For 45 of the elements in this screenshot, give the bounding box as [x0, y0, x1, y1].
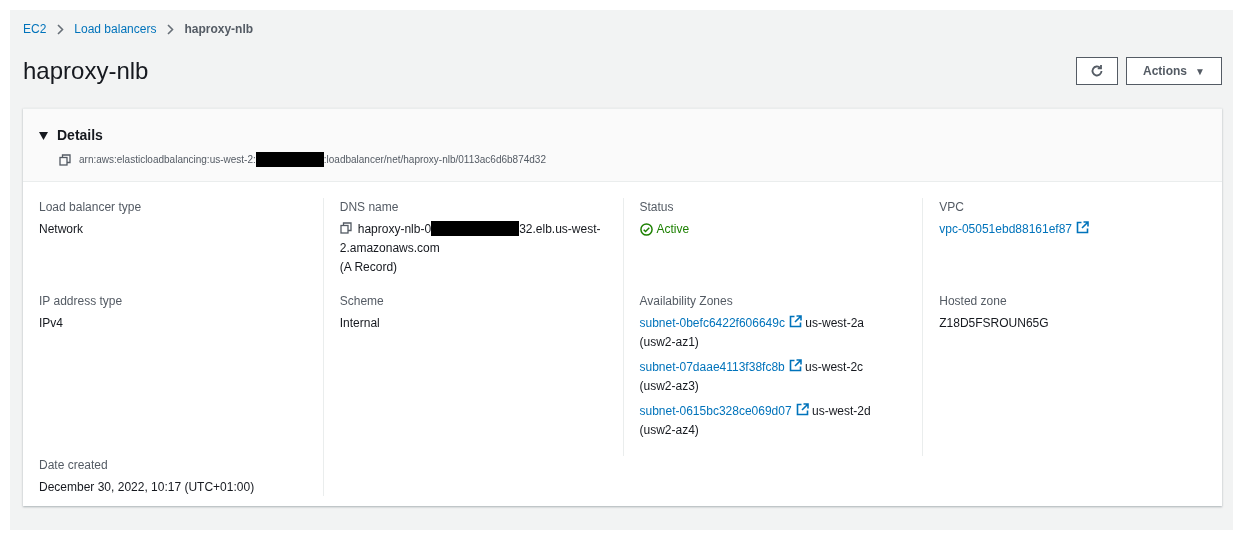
subnet-link[interactable]: subnet-0615bc328ce069d07: [639, 404, 792, 418]
field-label: DNS name: [339, 199, 400, 216]
record-type: (A Record): [339, 259, 399, 276]
breadcrumb-link[interactable]: EC2: [23, 20, 47, 38]
field-label: Scheme: [339, 293, 385, 310]
field-value: Internal: [339, 315, 381, 332]
external-link-icon: [1076, 221, 1090, 234]
field-value: Network: [39, 221, 84, 238]
status-value: Active: [639, 220, 907, 238]
check-circle-icon: [639, 222, 653, 236]
field-label: Availability Zones: [639, 293, 734, 310]
arn-prefix: arn:aws:elasticloadbalancing:us-west-2:: [79, 153, 256, 167]
field-label: IP address type: [39, 293, 124, 310]
refresh-icon: [1090, 64, 1104, 78]
field-value: Z18D5FSROUN65G: [939, 315, 1050, 332]
chevron-right-icon: [166, 23, 175, 35]
subnet-link[interactable]: subnet-07daae4113f38fc8b: [639, 360, 785, 374]
field-value: IPv4: [39, 315, 64, 332]
dns-name: haproxy-nlb-0 32.elb.us-west-2.amazonaws.com: [339, 220, 602, 257]
field-label: VPC: [939, 199, 965, 216]
refresh-button[interactable]: [1076, 57, 1118, 85]
external-link-icon: [788, 359, 802, 372]
zone-entry: subnet-0615bc328ce069d07 us-west-2d (usw2-az4): [639, 402, 872, 439]
copy-icon[interactable]: [339, 222, 352, 234]
field-label: Status: [639, 199, 675, 216]
details-toggle[interactable]: Details: [39, 125, 103, 146]
zone-entry: subnet-0befc6422f606649c us-west-2a (usw2-az1): [639, 314, 865, 351]
external-link-icon: [788, 315, 802, 328]
breadcrumb-current: haproxy-nlb: [184, 21, 254, 38]
external-link-icon: [795, 403, 809, 416]
caret-icon: [39, 131, 48, 140]
field-label: Hosted zone: [939, 293, 1008, 310]
field-label: Date created: [39, 457, 109, 474]
redaction-bar: [255, 152, 324, 167]
field-value: December 30, 2022, 10:17 (UTC+01:00): [39, 479, 256, 496]
subnet-link[interactable]: subnet-0befc6422f606649c: [639, 316, 785, 330]
vpc-link[interactable]: vpc-05051ebd88161ef87: [939, 222, 1073, 236]
arn-suffix: :loadbalancer/net/haproxy-nlb/0113ac6d6b874d32: [323, 153, 546, 167]
copy-icon[interactable]: [59, 153, 71, 166]
actions-button[interactable]: Actions ▼: [1126, 57, 1222, 85]
breadcrumb-link[interactable]: Load balancers: [74, 20, 157, 38]
zone-entry: subnet-07daae4113f38fc8b us-west-2c (usw2-az3): [639, 358, 865, 395]
chevron-right-icon: [56, 23, 65, 35]
page-title: haproxy-nlb: [23, 56, 149, 86]
field-label: Load balancer type: [39, 199, 143, 216]
